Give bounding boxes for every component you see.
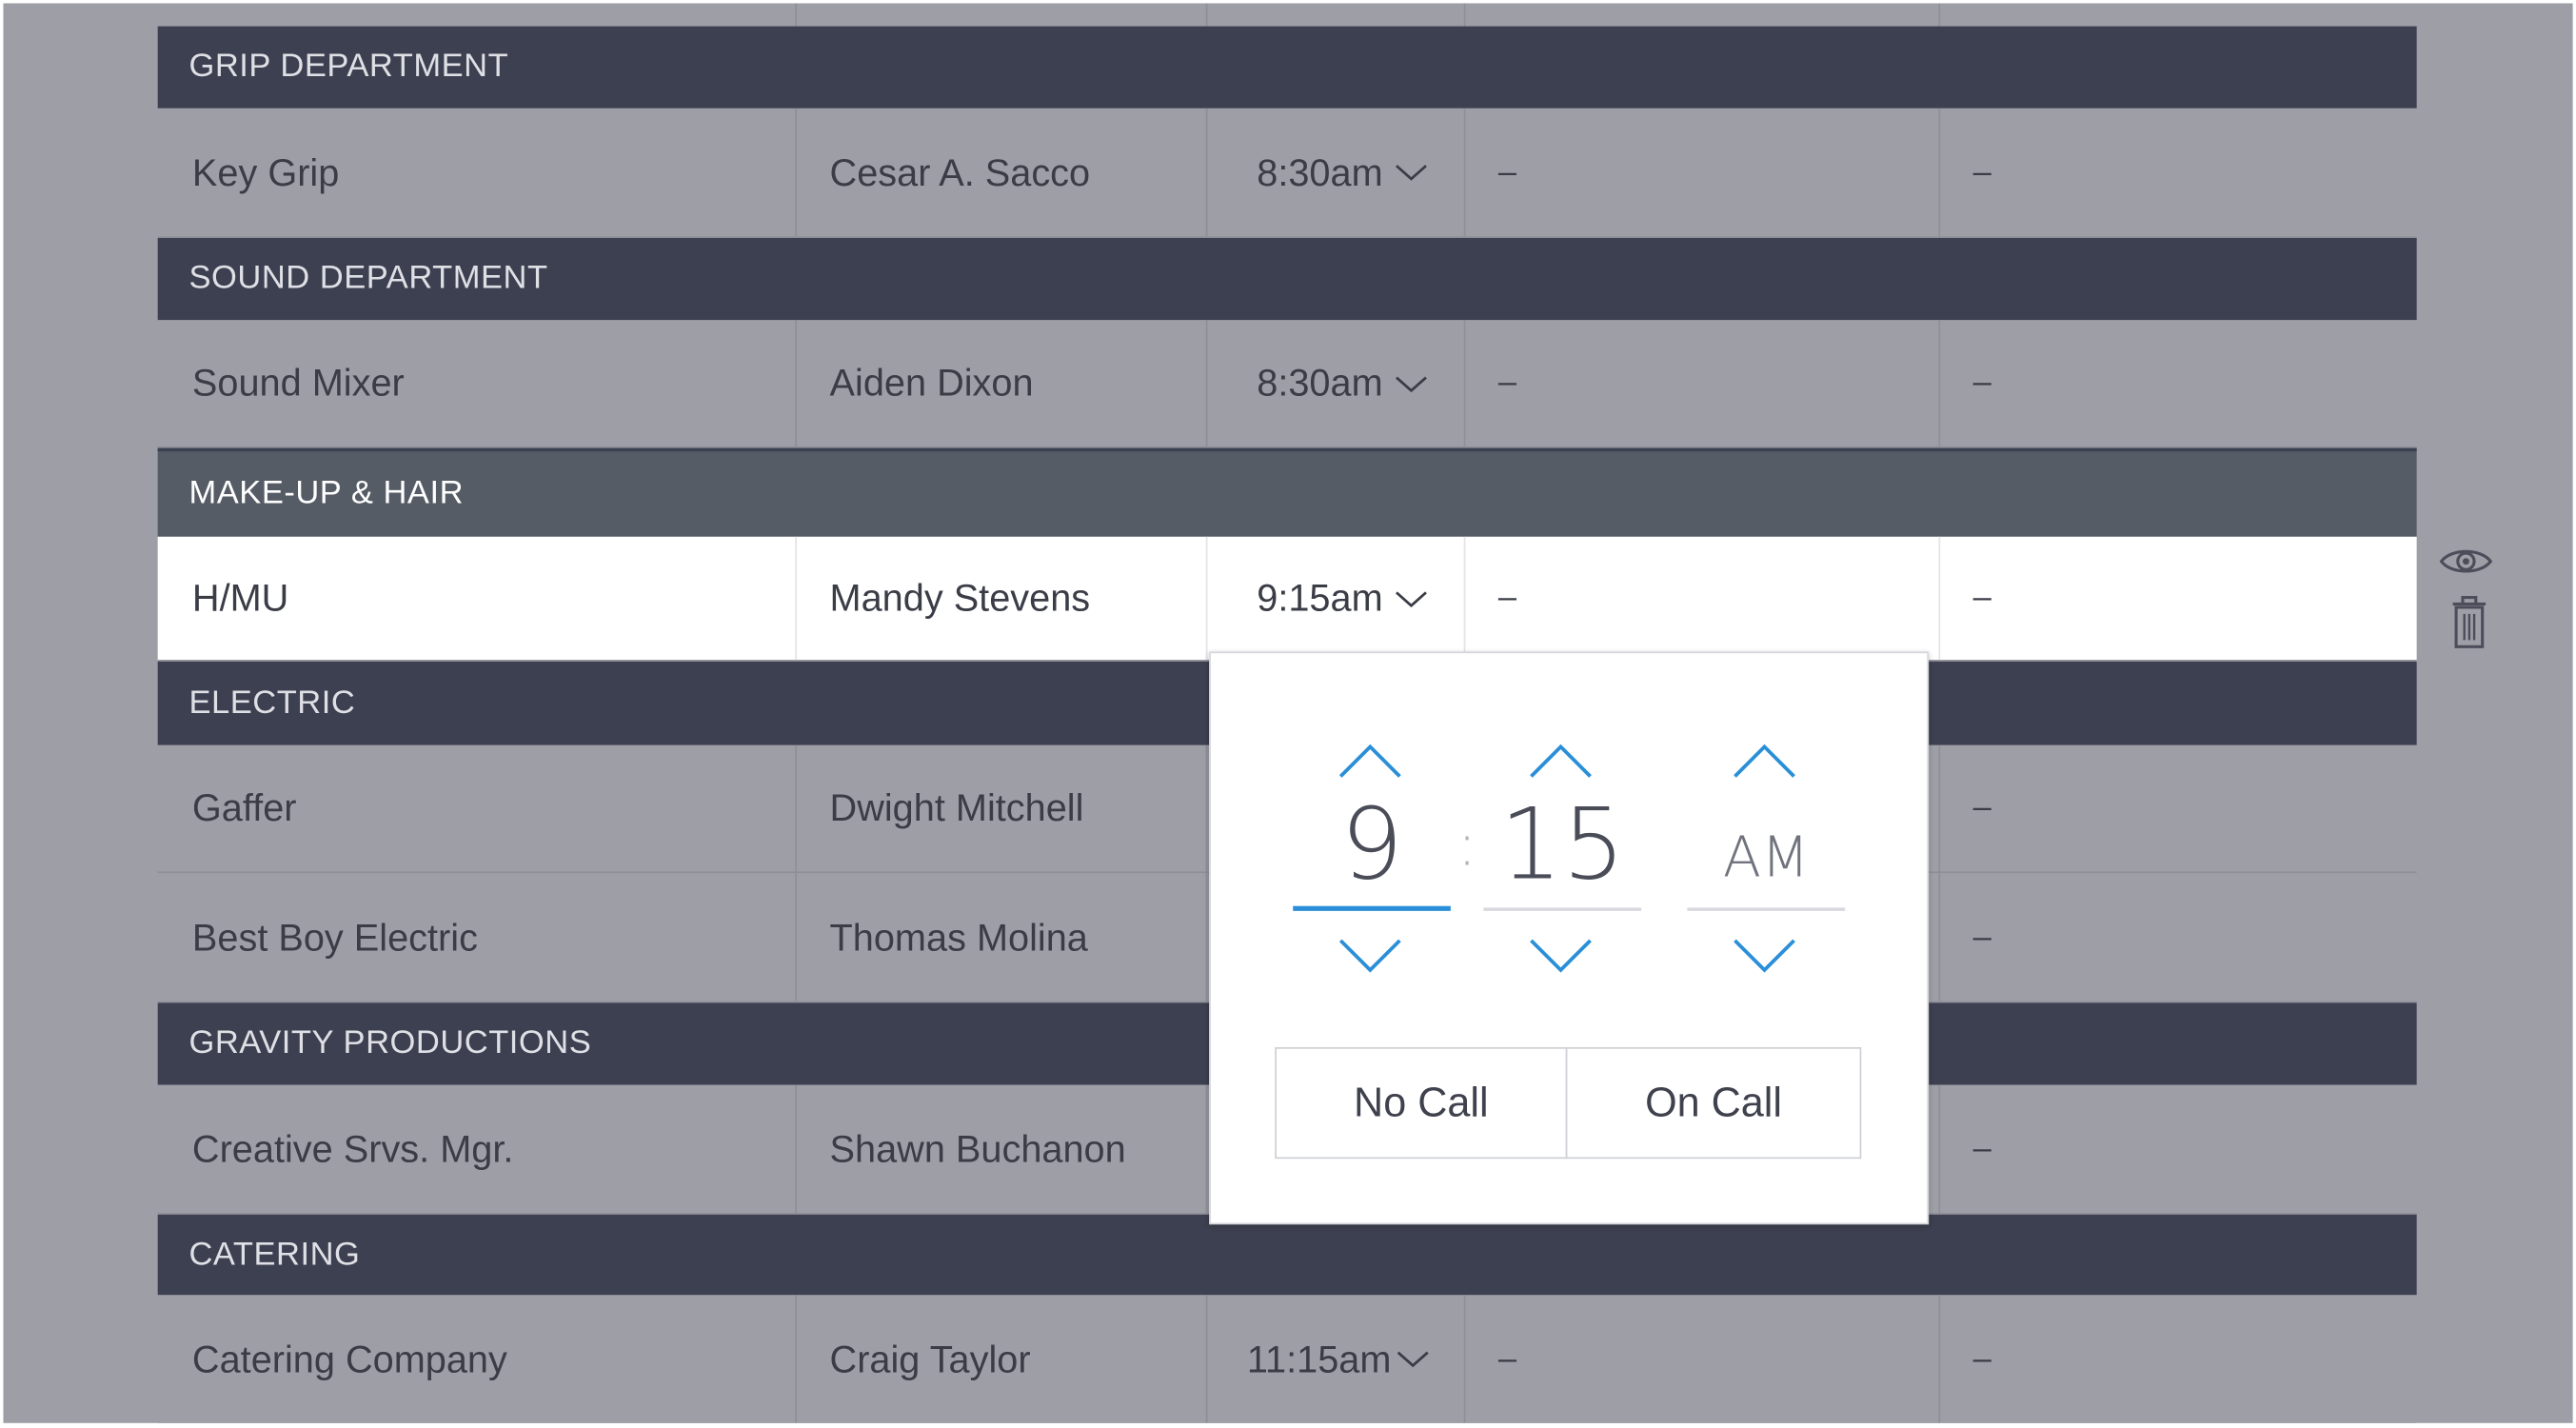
period-underline [1687, 907, 1846, 911]
role-cell[interactable]: Sound Mixer [158, 320, 796, 446]
section-title: CATERING [188, 1236, 361, 1273]
section-header-grip: GRIP DEPARTMENT [157, 26, 2417, 109]
empty-cell[interactable]: – [1463, 108, 1939, 237]
empty-cell[interactable]: – [1463, 536, 1939, 661]
person-cell[interactable]: Aiden Dixon [795, 320, 1205, 446]
empty-cell[interactable]: – [1463, 320, 1939, 446]
hour-increment-arrow-up-icon[interactable] [1338, 742, 1403, 781]
section-header-sound: SOUND DEPARTMENT [157, 237, 2417, 321]
minute-increment-arrow-up-icon[interactable] [1528, 742, 1594, 781]
minute-value[interactable]: 15 [1483, 788, 1641, 903]
empty-cell[interactable]: – [1938, 873, 2416, 1002]
role-cell[interactable]: Creative Srvs. Mgr. [158, 1085, 796, 1213]
period-toggle-arrow-down-icon[interactable] [1732, 936, 1797, 975]
section-title: GRIP DEPARTMENT [188, 48, 509, 85]
empty-cell[interactable]: – [1938, 1295, 2416, 1423]
role-cell[interactable]: Key Grip [158, 109, 796, 236]
chevron-down-icon [1395, 165, 1427, 181]
person-cell[interactable]: Thomas Molina [795, 873, 1205, 1002]
call-time-dropdown[interactable]: 9:15am [1205, 536, 1464, 661]
period-value[interactable]: AM [1687, 821, 1845, 896]
time-separator: : [1456, 812, 1477, 881]
call-time-value: 11:15am [1246, 1337, 1392, 1380]
dimmed-backdrop: GRIP DEPARTMENT Key Grip Cesar A. Sacco … [3, 3, 2573, 1423]
eye-icon[interactable] [2438, 544, 2494, 580]
person-cell[interactable]: Shawn Buchanon [795, 1084, 1205, 1214]
no-call-button[interactable]: No Call [1275, 1046, 1568, 1160]
section-title: SOUND DEPARTMENT [188, 260, 548, 297]
on-call-button[interactable]: On Call [1565, 1046, 1862, 1160]
chevron-down-icon [1395, 590, 1427, 607]
call-time-value: 9:15am [1257, 576, 1383, 619]
table-row[interactable]: Catering Company Craig Taylor 11:15am – … [157, 1295, 2417, 1423]
period-toggle-arrow-up-icon[interactable] [1732, 742, 1797, 781]
role-cell[interactable]: H/MU [158, 537, 796, 660]
empty-cell[interactable]: – [1938, 108, 2416, 237]
empty-cell[interactable]: – [1463, 1295, 1939, 1423]
role-cell[interactable]: Gaffer [158, 745, 796, 872]
call-sheet-screen: GRIP DEPARTMENT Key Grip Cesar A. Sacco … [0, 0, 2576, 1428]
person-cell[interactable]: Cesar A. Sacco [795, 108, 1205, 237]
section-title: GRAVITY PRODUCTIONS [188, 1024, 592, 1061]
person-cell[interactable]: Mandy Stevens [795, 536, 1205, 661]
section-header-catering: CATERING [157, 1214, 2417, 1296]
minute-underline [1483, 907, 1642, 911]
call-time-dropdown[interactable]: 8:30am [1205, 320, 1464, 446]
time-picker-popup: 9 : 15 AM No Call On Call [1209, 651, 1930, 1225]
role-cell[interactable]: Best Boy Electric [158, 873, 796, 1001]
role-cell[interactable]: Catering Company [158, 1295, 796, 1422]
hour-value[interactable]: 9 [1293, 788, 1451, 903]
table-row[interactable]: Key Grip Cesar A. Sacco 8:30am – – [157, 108, 2417, 238]
chevron-down-icon [1395, 375, 1427, 392]
minute-decrement-arrow-down-icon[interactable] [1528, 936, 1594, 975]
chevron-down-icon [1397, 1351, 1429, 1368]
selected-table-row[interactable]: H/MU Mandy Stevens 9:15am – – [157, 536, 2417, 662]
section-header-makeup-hair: MAKE-UP & HAIR [157, 447, 2417, 537]
call-time-value: 8:30am [1257, 149, 1383, 193]
call-time-dropdown[interactable]: 8:30am [1205, 108, 1464, 237]
table-row[interactable]: Sound Mixer Aiden Dixon 8:30am – – [157, 320, 2417, 448]
section-title: MAKE-UP & HAIR [188, 475, 465, 512]
section-title: ELECTRIC [188, 684, 356, 721]
person-cell[interactable]: Craig Taylor [795, 1295, 1205, 1423]
empty-cell[interactable]: – [1938, 320, 2416, 446]
hour-decrement-arrow-down-icon[interactable] [1338, 936, 1403, 975]
empty-cell[interactable]: – [1938, 1084, 2416, 1214]
call-time-value: 8:30am [1257, 361, 1383, 405]
person-cell[interactable]: Dwight Mitchell [795, 744, 1205, 872]
empty-cell[interactable]: – [1938, 536, 2416, 661]
call-time-dropdown[interactable]: 11:15am [1205, 1295, 1464, 1423]
hour-underline [1293, 905, 1451, 911]
empty-cell[interactable]: – [1938, 744, 2416, 872]
trash-icon[interactable] [2447, 594, 2490, 650]
